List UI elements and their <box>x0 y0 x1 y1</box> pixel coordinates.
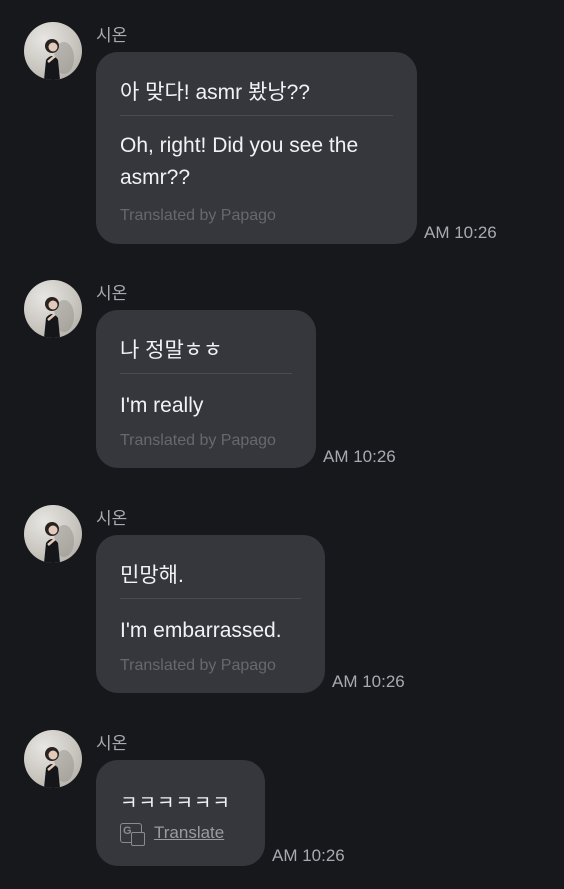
message-bubble[interactable]: 민망해. I'm embarrassed. Translated by Papa… <box>96 535 325 693</box>
original-text: 아 맞다! asmr 봤낭?? <box>120 81 310 104</box>
divider <box>120 373 292 374</box>
timestamp: AM 10:26 <box>424 223 497 242</box>
papago-credit: Translated by Papago <box>120 432 276 449</box>
translate-button[interactable]: G Translate <box>120 823 225 846</box>
timestamp: AM 10:26 <box>332 672 405 691</box>
translate-label: Translate <box>154 823 225 842</box>
papago-credit: Translated by Papago <box>120 657 276 674</box>
original-text: 민망해. <box>120 564 184 587</box>
translated-text: Oh, right! Did you see the asmr?? <box>120 134 359 189</box>
divider <box>120 598 301 599</box>
divider <box>120 115 393 116</box>
translate-icon: G <box>120 823 145 846</box>
message-bubble[interactable]: 아 맞다! asmr 봤낭?? Oh, right! Did you see t… <box>96 52 417 244</box>
translated-text: I'm really <box>120 394 204 417</box>
sender-name: 시온 <box>96 509 128 528</box>
message-bubble[interactable]: 나 정말ㅎㅎ I'm really Translated by Papago <box>96 310 316 468</box>
translated-text: I'm embarrassed. <box>120 619 282 642</box>
sender-name: 시온 <box>96 26 128 45</box>
sender-avatar[interactable] <box>24 505 82 563</box>
sender-avatar[interactable] <box>24 280 82 338</box>
sender-name: 시온 <box>96 284 128 303</box>
timestamp: AM 10:26 <box>323 447 396 466</box>
sender-avatar[interactable] <box>24 22 82 80</box>
sender-avatar[interactable] <box>24 730 82 788</box>
original-text: ㅋㅋㅋㅋㅋㅋ <box>120 793 231 814</box>
original-text: 나 정말ㅎㅎ <box>120 339 223 362</box>
sender-name: 시온 <box>96 734 128 753</box>
message-bubble[interactable]: ㅋㅋㅋㅋㅋㅋ G Translate <box>96 760 265 866</box>
papago-credit: Translated by Papago <box>120 207 276 224</box>
timestamp: AM 10:26 <box>272 846 345 865</box>
